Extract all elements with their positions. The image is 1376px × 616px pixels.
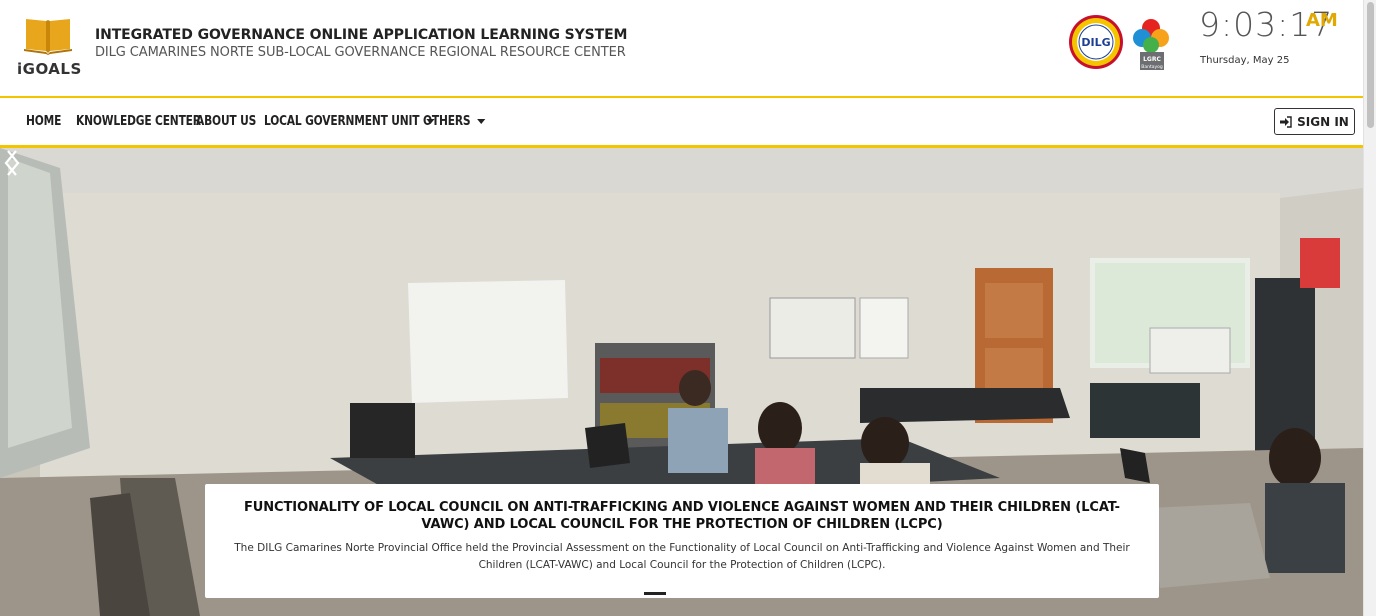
caret-down-icon (477, 119, 486, 124)
hero-carousel: FUNCTIONALITY OF LOCAL COUNCIL ON ANTI-T… (0, 148, 1363, 616)
nav-item-knowledge-center[interactable]: KNOWLEDGE CENTER (76, 114, 201, 129)
dilg-seal-text: DILG (1081, 36, 1110, 49)
nav-item-label: KNOWLEDGE CENTER (76, 114, 201, 129)
main-nav: HOME KNOWLEDGE CENTER ABOUT US LOCAL GOV… (0, 96, 1363, 148)
site-subtitle: DILG CAMARINES NORTE SUB-LOCAL GOVERNANC… (95, 45, 626, 60)
carousel-caption: FUNCTIONALITY OF LOCAL COUNCIL ON ANTI-T… (205, 484, 1159, 598)
lgrc-text: LGRC (1143, 56, 1161, 63)
carousel-indicators (644, 592, 718, 595)
page: iGOALS INTEGRATED GOVERNANCE ONLINE APPL… (0, 0, 1376, 616)
sign-in-label: SIGN IN (1297, 114, 1349, 129)
carousel-indicator-2[interactable] (670, 592, 692, 595)
sign-in-button[interactable]: SIGN IN (1274, 108, 1355, 135)
nav-item-local-government-unit[interactable]: LOCAL GOVERNMENT UNIT (264, 114, 435, 129)
caption-text: The DILG Camarines Norte Provincial Offi… (234, 542, 1130, 571)
lgrc-logo-icon: LGRC Bantayog (1133, 19, 1169, 70)
nav-item-home[interactable]: HOME (26, 114, 61, 129)
scrollbar-thumb[interactable] (1367, 2, 1374, 128)
carousel-indicator-1[interactable] (644, 592, 666, 595)
logo-text[interactable]: iGOALS (17, 60, 82, 78)
nav-item-label: LOCAL GOVERNMENT UNIT (264, 114, 420, 129)
book-logo-icon[interactable] (24, 15, 72, 55)
clock-date: Thursday, May 25 (1200, 55, 1290, 66)
carousel-indicator-3[interactable] (696, 592, 718, 595)
sign-in-icon (1280, 115, 1292, 128)
nav-item-label: HOME (26, 114, 62, 129)
site-header: iGOALS INTEGRATED GOVERNANCE ONLINE APPL… (0, 0, 1363, 96)
dilg-seal-icon: DILG (1069, 15, 1123, 69)
caption-title: FUNCTIONALITY OF LOCAL COUNCIL ON ANTI-T… (244, 500, 1120, 532)
page-scrollbar[interactable] (1363, 0, 1376, 616)
site-title: INTEGRATED GOVERNANCE ONLINE APPLICATION… (95, 27, 628, 43)
nav-item-others[interactable]: OTHERS (423, 114, 486, 129)
lgrc-subtext: Bantayog (1141, 64, 1163, 70)
clock-ampm: AM (1306, 10, 1338, 31)
nav-item-about-us[interactable]: ABOUT US (196, 114, 256, 129)
nav-item-label: OTHERS (423, 114, 471, 129)
nav-item-label: ABOUT US (196, 114, 257, 129)
carousel-next-icon[interactable] (0, 148, 24, 178)
